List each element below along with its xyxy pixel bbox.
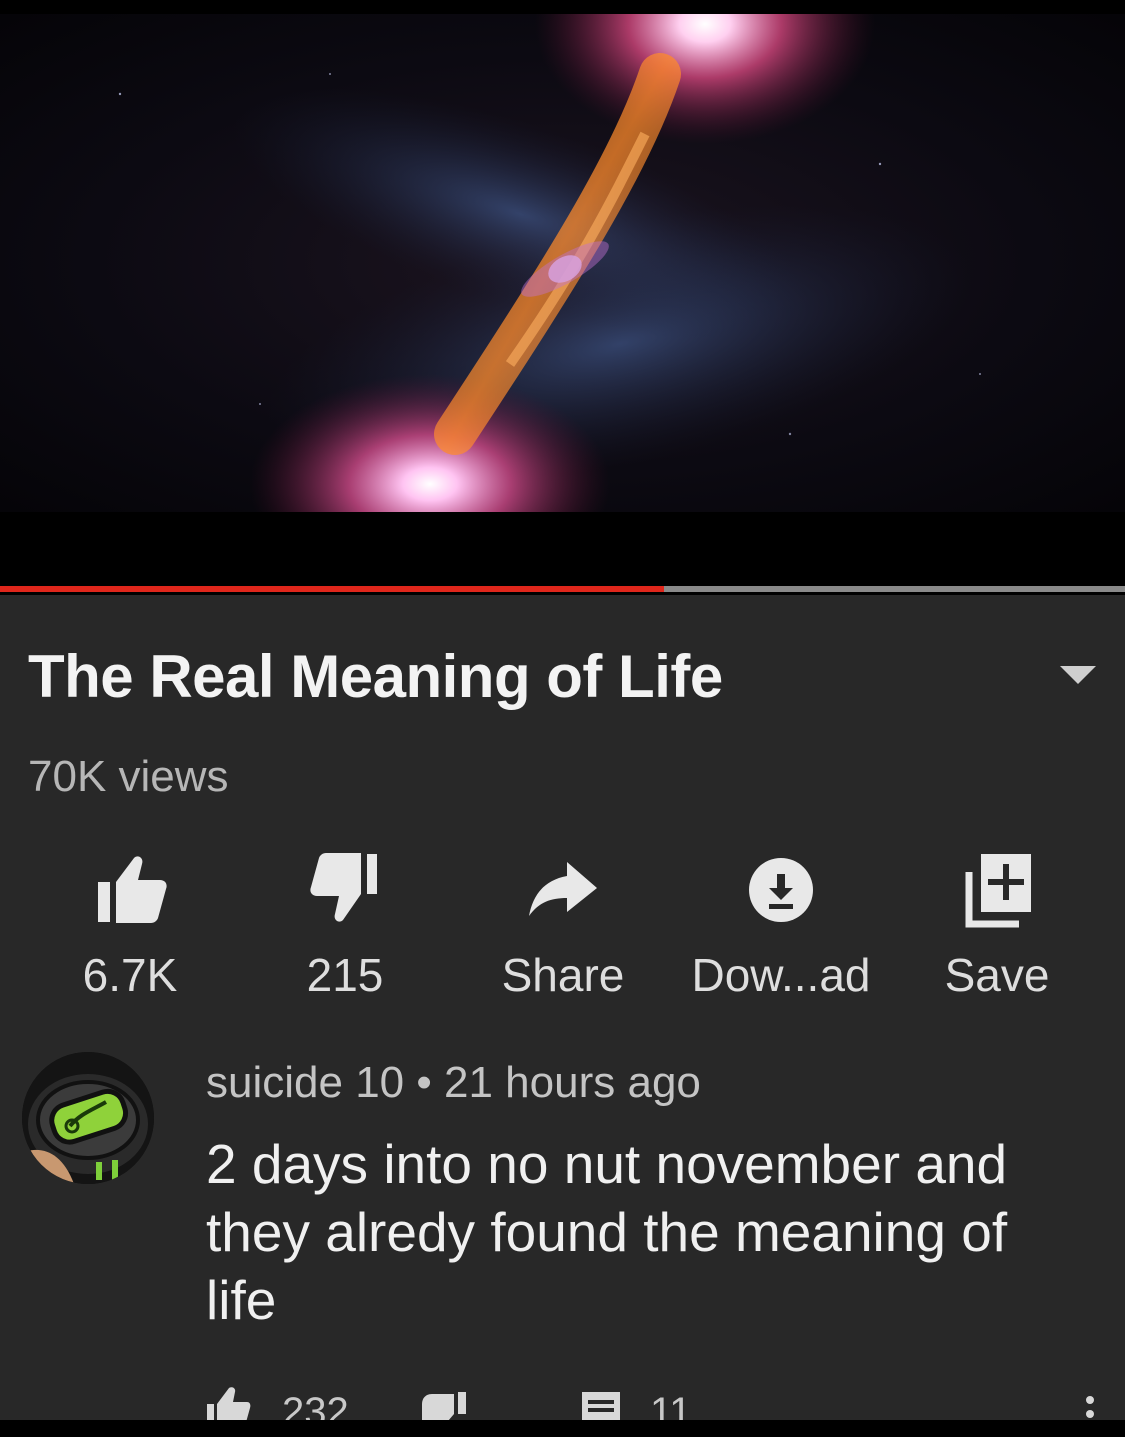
reply-icon[interactable] — [580, 1390, 622, 1420]
comment-actions-row: 232 11 — [0, 1380, 1125, 1420]
thumbs-down-icon[interactable] — [418, 1392, 470, 1420]
video-watch-page: The Real Meaning of Life 70K views 6.7K … — [0, 0, 1125, 1437]
download-label: Dow...ad — [691, 949, 871, 1001]
save-button[interactable]: Save — [902, 840, 1092, 1001]
video-player[interactable] — [0, 0, 1125, 595]
view-count: 70K views — [28, 752, 229, 801]
thumbs-up-icon[interactable] — [205, 1386, 251, 1420]
more-vert-icon[interactable] — [1080, 1394, 1100, 1420]
dislike-button[interactable]: 215 — [250, 840, 440, 1001]
avatar-image — [22, 1052, 154, 1184]
comment-author[interactable]: suicide 10 — [206, 1058, 404, 1107]
progress-bar[interactable] — [0, 586, 1125, 592]
chevron-down-icon[interactable] — [1058, 664, 1098, 686]
like-button[interactable]: 6.7K — [35, 840, 225, 1001]
avatar[interactable] — [22, 1052, 154, 1184]
thumbs-up-icon — [98, 856, 167, 923]
save-label: Save — [944, 949, 1050, 1001]
share-label: Share — [501, 949, 625, 1001]
download-icon — [749, 858, 813, 922]
meta-separator: • — [416, 1058, 432, 1107]
video-thumbnail-image — [0, 14, 1125, 512]
download-button[interactable]: Dow...ad — [686, 840, 876, 1001]
like-count: 6.7K — [82, 949, 178, 1001]
thumbs-down-icon — [310, 853, 377, 922]
screen-bottom-edge — [0, 1420, 1125, 1437]
video-title: The Real Meaning of Life — [28, 643, 723, 710]
progress-bar-played — [0, 586, 664, 592]
comment-reply-count: 11 — [650, 1390, 692, 1420]
share-button[interactable]: Share — [468, 840, 658, 1001]
video-actions-row: 6.7K 215 Share Dow...ad Save — [0, 840, 1125, 1010]
comment-text: 2 days into no nut november and they alr… — [206, 1133, 1008, 1331]
video-frame[interactable] — [0, 14, 1125, 512]
comment-meta: suicide 10 • 21 hours ago — [206, 1058, 701, 1108]
share-icon — [529, 862, 597, 916]
comment-time: 21 hours ago — [444, 1058, 701, 1107]
comment-like-count: 232 — [282, 1390, 349, 1420]
dislike-count: 215 — [306, 949, 384, 1001]
add-to-playlist-icon — [965, 854, 1031, 928]
